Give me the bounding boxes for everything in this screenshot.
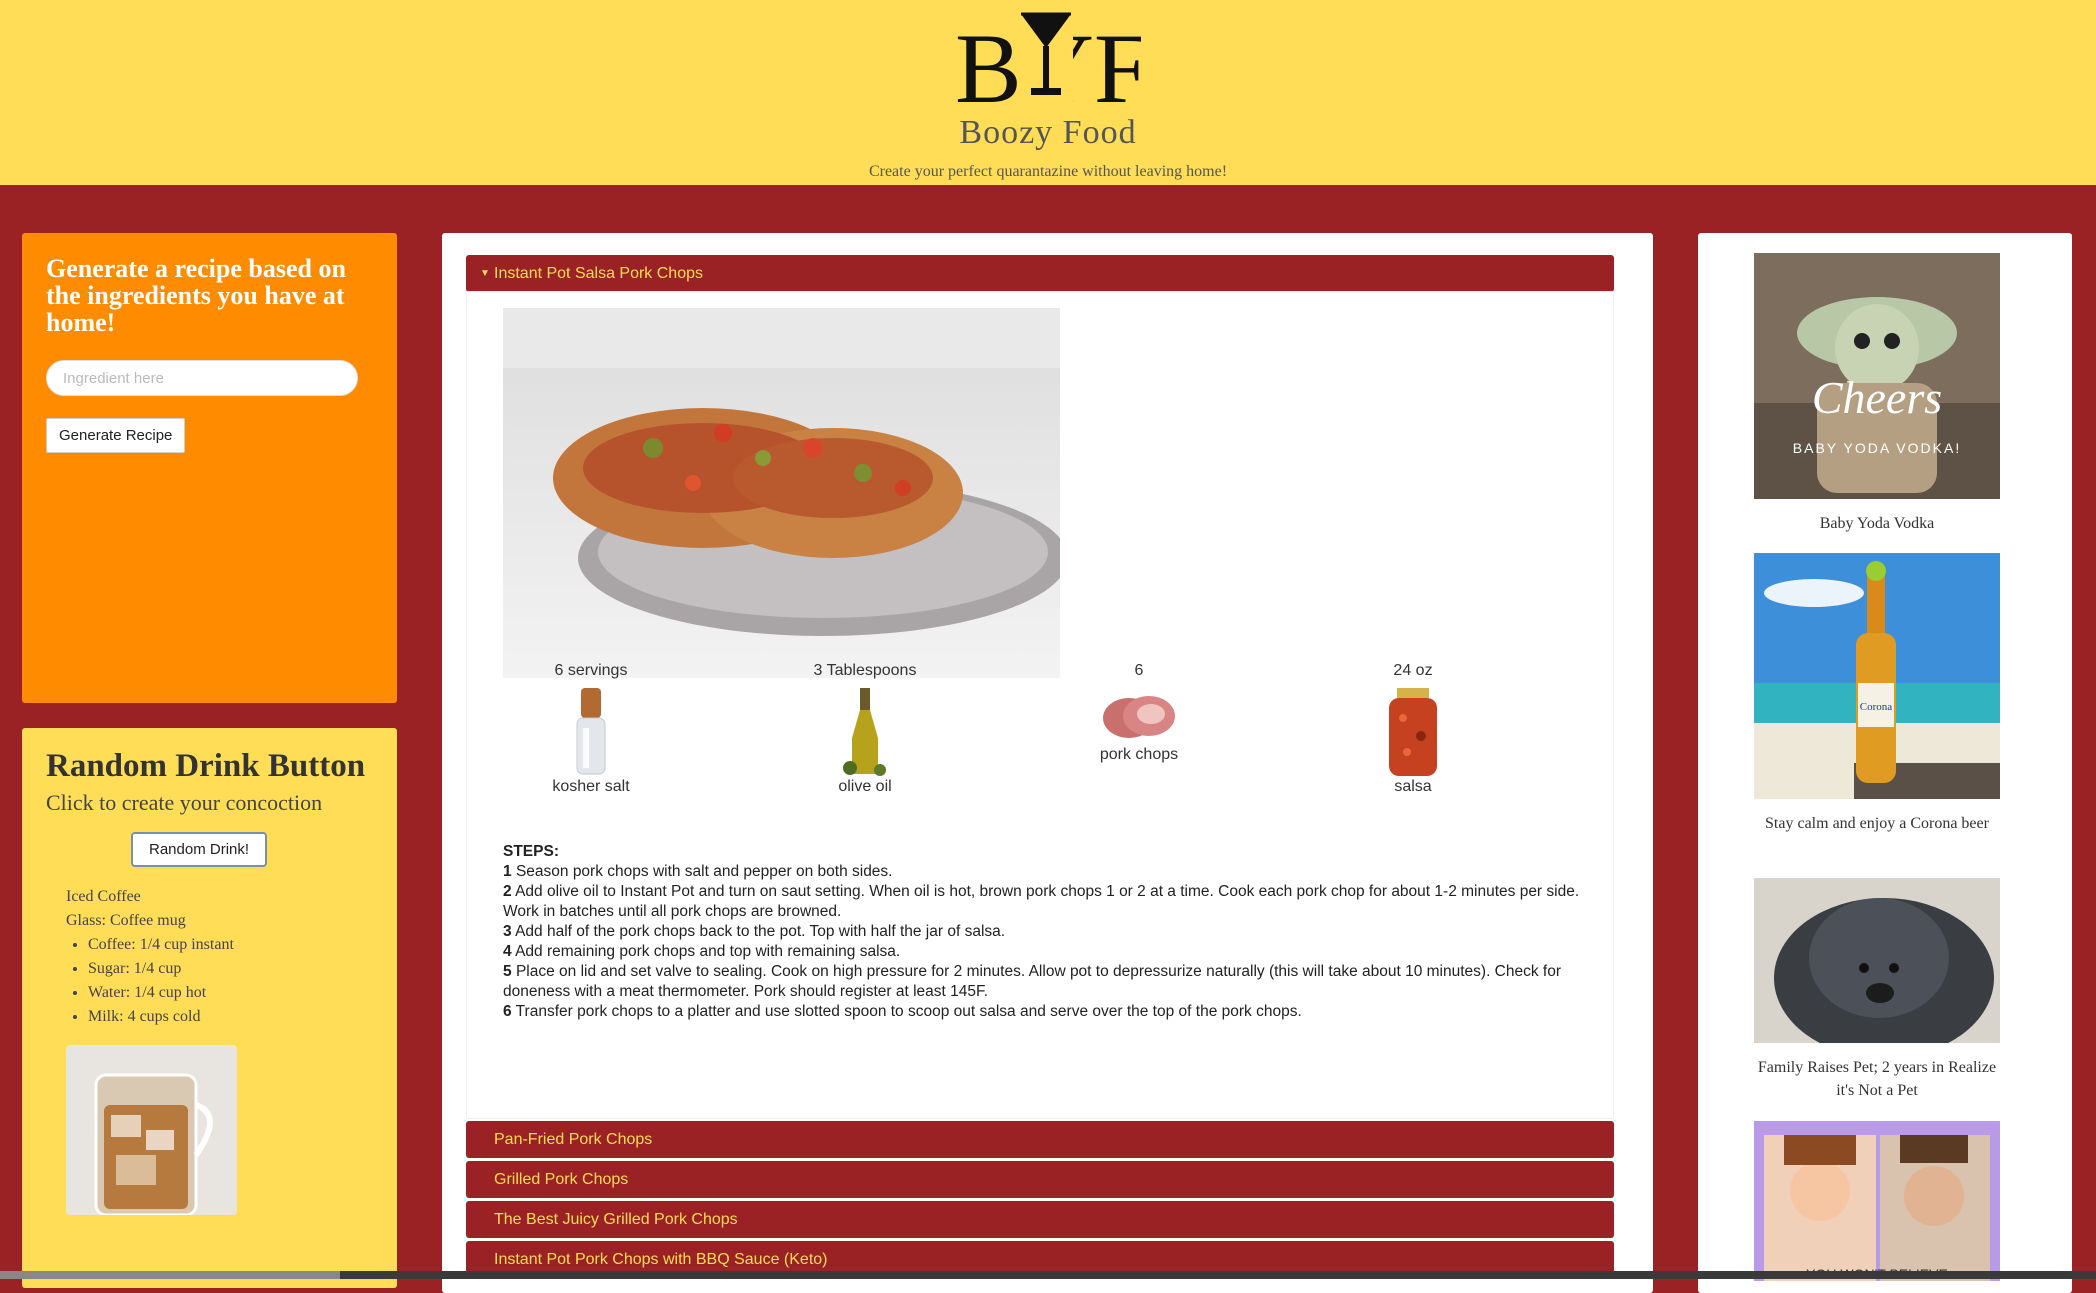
salsa-jar-icon (1389, 688, 1437, 776)
drink-details: Iced Coffee Glass: Coffee mug Coffee: 1/… (66, 885, 373, 1029)
random-drink-panel: Random Drink Button Click to create your… (22, 728, 397, 1288)
ingredient-kosher-salt: 6 servings kosher salt (491, 662, 691, 796)
ingredient-amount: 6 servings (554, 662, 628, 679)
ad-baby-yoda-vodka[interactable]: Cheers BABY YODA VODKA! Baby Yoda Vodka (1754, 253, 2000, 535)
olive-oil-bottle-icon (843, 688, 886, 776)
salt-shaker-icon (576, 688, 606, 775)
ingredient-amount: 3 Tablespoons (813, 662, 917, 679)
list-item: Sugar: 1/4 cup (88, 957, 373, 981)
drink-glass: Glass: Coffee mug (66, 912, 186, 929)
logo-martini-icon[interactable]: BYF (955, 10, 1141, 110)
list-item: Water: 1/4 cup hot (88, 981, 373, 1005)
site-header: BYF Boozy Food Create your perfect quara… (0, 0, 2096, 185)
ingredient-name: pork chops (1099, 746, 1179, 763)
ad-caption: Family Raises Pet; 2 years in Realize it… (1757, 1059, 1997, 1099)
random-drink-title: Random Drink Button (46, 748, 366, 784)
ingredient-input[interactable] (46, 360, 358, 396)
ingredient-amount: 24 oz (1393, 662, 1433, 679)
ingredient-pork-chops: 6 pork chops (1039, 662, 1239, 764)
ad-caption: Stay calm and enjoy a Corona beer (1765, 815, 1989, 832)
ad-image: Corona (1754, 553, 2000, 799)
ingredient-salsa: 24 oz salsa (1313, 662, 1513, 796)
svg-text:BABY YODA VODKA!: BABY YODA VODKA! (1793, 440, 1961, 456)
random-drink-subtitle: Click to create your concoction (46, 790, 323, 815)
ad-image: YOU WON'T BELIEVE (1754, 1121, 2000, 1282)
step-item: 5 Place on lid and set valve to sealing.… (503, 963, 1562, 1000)
recipe-generator-panel: Generate a recipe based on the ingredien… (22, 233, 397, 703)
recipe-title: Instant Pot Salsa Pork Chops (494, 265, 703, 282)
ads-sidebar: Cheers BABY YODA VODKA! Baby Yoda Vodka … (1698, 233, 2072, 1293)
recipes-panel: ▼ Instant Pot Salsa Pork Chops 6 serving… (442, 233, 1653, 1293)
generator-title: Generate a recipe based on the ingredien… (46, 254, 346, 337)
step-item: 4 Add remaining pork chops and top with … (503, 943, 901, 960)
recipe-accordion-best-juicy[interactable]: The Best Juicy Grilled Pork Chops (466, 1201, 1614, 1238)
steps-label: STEPS: (503, 843, 559, 860)
drink-name: Iced Coffee (66, 888, 141, 905)
ingredient-olive-oil: 3 Tablespoons olive oil (765, 662, 965, 796)
random-drink-button[interactable]: Random Drink! (131, 832, 268, 867)
ingredient-name: kosher salt (552, 778, 630, 795)
generate-recipe-button[interactable]: Generate Recipe (46, 418, 186, 453)
step-item: 1 Season pork chops with salt and pepper… (503, 863, 893, 880)
drink-image (66, 1045, 237, 1215)
recipe-image (503, 308, 1060, 678)
caret-down-icon: ▼ (480, 268, 490, 279)
ingredient-amount: 6 (1134, 662, 1144, 679)
ad-corona[interactable]: Corona Stay calm and enjoy a Corona beer (1754, 553, 2000, 835)
ad-family-pet[interactable]: Family Raises Pet; 2 years in Realize it… (1754, 878, 2000, 1102)
drink-ingredient-list: Coffee: 1/4 cup instant Sugar: 1/4 cup W… (66, 933, 373, 1029)
brand-name: Boozy Food (959, 114, 1137, 151)
list-item: Coffee: 1/4 cup instant (88, 933, 373, 957)
ad-image: Cheers BABY YODA VODKA! (1754, 253, 2000, 499)
recipe-accordion-open[interactable]: ▼ Instant Pot Salsa Pork Chops (466, 255, 1614, 292)
svg-text:Cheers: Cheers (1812, 372, 1942, 423)
scrollbar-thumb[interactable] (0, 1271, 340, 1279)
step-item: 2 Add olive oil to Instant Pot and turn … (503, 883, 1580, 920)
recipe-steps: STEPS: 1 Season pork chops with salt and… (503, 842, 1581, 1022)
step-item: 6 Transfer pork chops to a platter and u… (503, 1003, 1302, 1020)
ad-you-wont-believe[interactable]: YOU WON'T BELIEVE (1754, 1121, 2000, 1286)
horizontal-scrollbar[interactable] (0, 1271, 2096, 1279)
svg-text:Corona: Corona (1860, 701, 1893, 713)
ingredient-name: olive oil (838, 778, 892, 795)
ad-caption: Baby Yoda Vodka (1819, 515, 1935, 532)
recipe-accordion-pan-fried[interactable]: Pan-Fried Pork Chops (466, 1121, 1614, 1158)
recipe-details: 6 servings kosher salt 3 Tablespoons oli… (466, 291, 1614, 1119)
ad-image (1754, 878, 2000, 1058)
list-item: Milk: 4 cups cold (88, 1005, 373, 1029)
pork-chops-icon (1103, 696, 1175, 738)
recipe-accordion-grilled[interactable]: Grilled Pork Chops (466, 1161, 1614, 1198)
tagline: Create your perfect quarantazine without… (868, 163, 1228, 180)
ingredient-name: salsa (1394, 778, 1432, 795)
step-item: 3 Add half of the pork chops back to the… (503, 923, 1006, 940)
